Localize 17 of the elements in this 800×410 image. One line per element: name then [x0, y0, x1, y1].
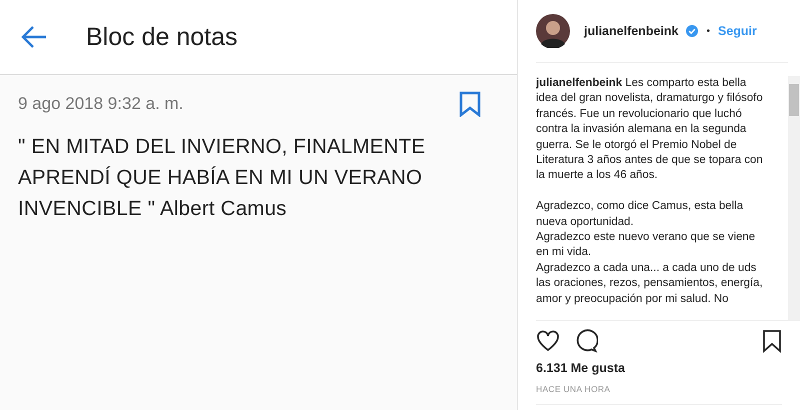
like-count: 6.131 Me gusta	[536, 361, 626, 375]
comment-icon[interactable]	[574, 329, 598, 353]
caption-text: Agradezco este nuevo verano que se viene en mi vida.	[536, 230, 756, 260]
post-time: HACE UNA HORA	[536, 384, 782, 405]
username[interactable]: julianelfenbeink	[584, 24, 678, 38]
separator-dot: •	[706, 26, 710, 36]
note-app-title: Bloc de notas	[86, 22, 238, 52]
note-text: " EN MITAD DEL INVIERNO, FINALMENTE APRENDÍ QUE HABÍA EN MI UN VERANO INVENCIBLE " Albert Camus	[18, 134, 426, 222]
bookmark-icon[interactable]	[762, 329, 782, 353]
note-date: 9 ago 2018 9:32 a. m.	[18, 94, 184, 114]
heart-icon[interactable]	[536, 330, 560, 352]
back-arrow-icon[interactable]	[20, 25, 48, 49]
scrollbar[interactable]	[788, 76, 800, 320]
avatar-icon[interactable]	[536, 14, 570, 48]
caption-text: julianelfenbeink Les comparto esta bella idea del gran novelista, dramaturgo y filósofo francés. Fue un revolucionario que luchó contra la invasión alemana en la segunda guerra. Se le otorgó el Premio Nobel de Literatura 3 años antes de que se topara con la muerte a los 46 años.	[536, 76, 764, 184]
caption-text: Agradezco, como dice Camus, esta bella nueva oportunidad.	[536, 199, 744, 230]
caption-text: Agradezco a cada una... a cada uno de uds las oraciones, rezos, pensamientos, energía, amor y preocupación por mi salud. No	[536, 260, 764, 307]
